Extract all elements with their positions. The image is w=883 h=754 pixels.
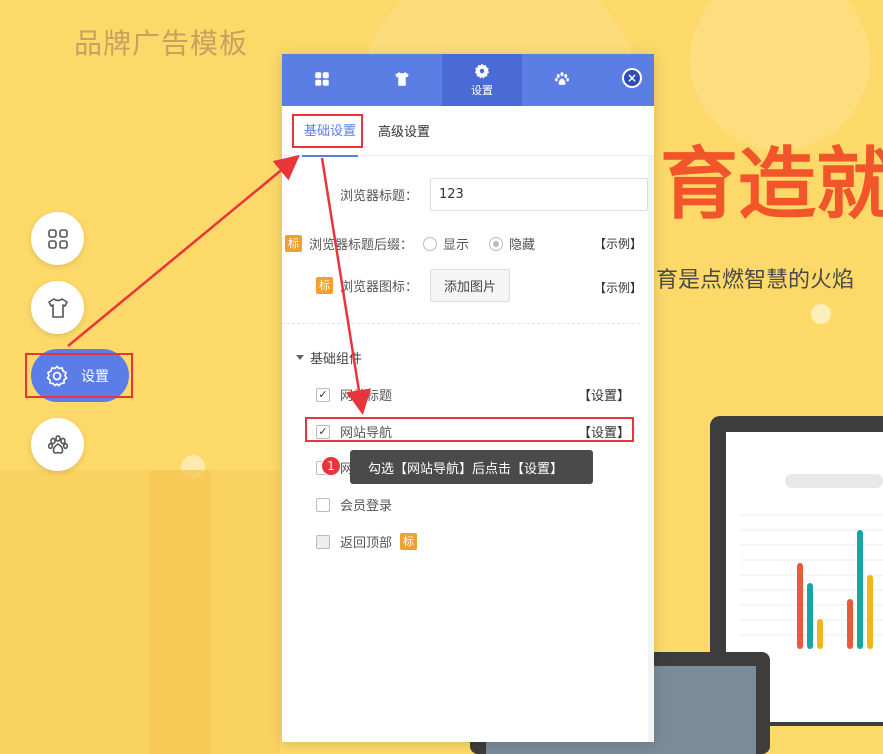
browser-title-input[interactable] — [430, 178, 649, 211]
brand-title: 品牌广告模板 — [74, 27, 249, 60]
browser-icon-label: 浏览器图标： — [340, 280, 419, 295]
checkbox-back-to-top[interactable] — [316, 534, 330, 549]
sidebar-settings-label: 设置 — [81, 368, 109, 385]
radio-hide[interactable] — [489, 236, 504, 251]
checkbox-member-login[interactable] — [316, 497, 330, 512]
radio-hide-label: 隐藏 — [509, 238, 536, 253]
component-item[interactable]: 会员登录 — [316, 495, 392, 514]
title-suffix-label: 浏览器标题后缀： — [309, 238, 414, 253]
radio-show[interactable] — [423, 236, 438, 251]
component-item[interactable]: ✓ 网站标题 — [316, 385, 392, 404]
hero-heading: 育造就 — [660, 140, 883, 230]
hero-subheading: 育是点燃智慧的火焰 — [656, 268, 855, 293]
site-title-settings-link[interactable]: 【设置】 — [578, 385, 630, 404]
tshirt-icon — [47, 297, 68, 318]
close-icon: × — [626, 71, 638, 85]
site-nav-settings-link[interactable]: 【设置】 — [578, 422, 630, 441]
subtab-basic-settings[interactable]: 基础设置 — [302, 104, 359, 157]
radio-show-label: 显示 — [443, 238, 470, 253]
badge-tag: 标 — [400, 533, 418, 550]
subtab-bar: 基础设置 高级设置 — [282, 104, 654, 157]
guide-tooltip: 勾选【网站导航】后点击【设置】 — [350, 450, 593, 484]
paw-icon — [555, 72, 569, 85]
component-label: 会员登录 — [340, 499, 393, 514]
badge-tag: 标 — [285, 235, 302, 252]
tab-plugins[interactable] — [522, 54, 602, 106]
sidebar-settings-button[interactable]: 设置 — [31, 349, 129, 402]
sidebar-grid-button[interactable] — [31, 212, 84, 265]
panel-tab-bar: 设置 × — [282, 54, 654, 106]
sidebar-theme-button[interactable] — [31, 281, 84, 334]
grid-icon — [47, 228, 68, 249]
gear-icon — [474, 63, 490, 79]
sidebar-plugin-button[interactable] — [31, 418, 84, 471]
settings-panel: 设置 × 基础设置 高级设置 浏览器标题： 标 浏览器标题后缀： 显示 隐藏 【… — [282, 54, 654, 742]
browser-title-row: 浏览器标题： — [340, 178, 649, 211]
component-label: 返回顶部 — [340, 536, 393, 551]
browser-icon-example-link[interactable]: 【示例】 — [594, 279, 642, 296]
add-image-button[interactable]: 添加图片 — [430, 269, 511, 302]
tab-theme[interactable] — [362, 54, 442, 106]
component-item[interactable]: ✓ 网站导航 — [316, 422, 392, 441]
title-suffix-example-link[interactable]: 【示例】 — [594, 235, 642, 252]
tshirt-icon — [395, 72, 409, 86]
subtab-advanced-settings[interactable]: 高级设置 — [376, 105, 432, 156]
gear-icon — [46, 364, 68, 387]
badge-tag: 标 — [316, 277, 333, 294]
step-number-badge: 1 — [321, 456, 341, 476]
panel-scrollbar[interactable] — [648, 156, 654, 742]
browser-title-label: 浏览器标题： — [340, 189, 419, 204]
components-title: 基础组件 — [310, 352, 363, 367]
components-section-toggle[interactable]: 基础组件 — [296, 348, 362, 367]
caret-down-icon — [296, 355, 304, 360]
tab-settings-label: 设置 — [471, 84, 493, 97]
component-label: 网站标题 — [340, 389, 393, 404]
close-button[interactable]: × — [622, 68, 642, 88]
tab-settings[interactable]: 设置 — [442, 54, 522, 106]
component-item[interactable]: 返回顶部 标 — [316, 532, 418, 551]
browser-icon-row: 标 浏览器图标： 添加图片 — [316, 269, 511, 302]
checkbox-site-title[interactable]: ✓ — [316, 387, 330, 402]
section-divider — [282, 323, 640, 324]
component-label: 网站导航 — [340, 426, 393, 441]
tooltip-text: 勾选【网站导航】后点击【设置】 — [368, 461, 564, 477]
title-suffix-row: 标 浏览器标题后缀： 显示 隐藏 — [285, 234, 535, 253]
tab-layout[interactable] — [282, 54, 362, 106]
checkbox-site-nav[interactable]: ✓ — [316, 424, 330, 439]
grid-icon — [315, 72, 329, 86]
paw-icon — [47, 434, 68, 454]
